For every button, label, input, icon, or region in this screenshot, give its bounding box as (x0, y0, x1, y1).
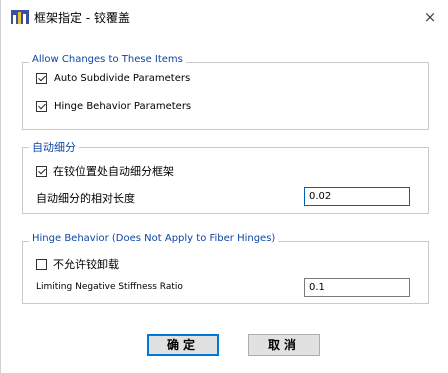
allow-changes-legend: Allow Changes to These Items (29, 54, 186, 65)
cancel-button[interactable]: 取消 (248, 334, 320, 356)
neg-stiffness-label: Limiting Negative Stiffness Ratio (36, 282, 183, 292)
disallow-unloading-checkbox-row[interactable]: 不允许铰卸载 (36, 256, 119, 272)
disallow-unloading-checkbox[interactable] (36, 258, 47, 270)
hinge-behavior-checkbox-row[interactable]: Hinge Behavior Parameters (36, 101, 191, 112)
hinge-behavior-checkbox[interactable] (36, 101, 47, 112)
close-button[interactable]: × (419, 6, 441, 28)
subdivide-at-hinge-label: 在铰位置处自动细分框架 (53, 165, 174, 178)
subdivide-at-hinge-checkbox[interactable] (36, 165, 47, 177)
neg-stiffness-row: Limiting Negative Stiffness Ratio (36, 282, 183, 292)
relative-length-row: 自动细分的相对长度 (36, 190, 135, 206)
subdivide-at-hinge-checkbox-row[interactable]: 在铰位置处自动细分框架 (36, 163, 174, 179)
window-title: 框架指定 - 铰覆盖 (34, 11, 130, 25)
app-icon (11, 10, 29, 24)
neg-stiffness-input[interactable]: 0.1 (304, 278, 410, 297)
hinge-behavior-label: Hinge Behavior Parameters (54, 101, 192, 112)
auto-subdivide-checkbox[interactable] (36, 73, 47, 84)
ok-button[interactable]: 确定 (147, 334, 219, 356)
disallow-unloading-label: 不允许铰卸载 (53, 258, 119, 271)
frame-hinge-overwrite-dialog: 框架指定 - 铰覆盖 × Allow Changes to These Item… (0, 0, 448, 373)
hinge-behavior-legend: Hinge Behavior (Does Not Apply to Fiber … (29, 233, 279, 244)
auto-subdivide-label: Auto Subdivide Parameters (54, 73, 191, 84)
auto-subdivide-legend: 自动细分 (29, 139, 79, 155)
close-icon: × (423, 8, 437, 26)
auto-subdivide-checkbox-row[interactable]: Auto Subdivide Parameters (36, 73, 190, 84)
relative-length-input[interactable]: 0.02 (304, 187, 410, 206)
relative-length-label: 自动细分的相对长度 (36, 192, 135, 205)
title-bar: 框架指定 - 铰覆盖 × (1, 0, 448, 34)
